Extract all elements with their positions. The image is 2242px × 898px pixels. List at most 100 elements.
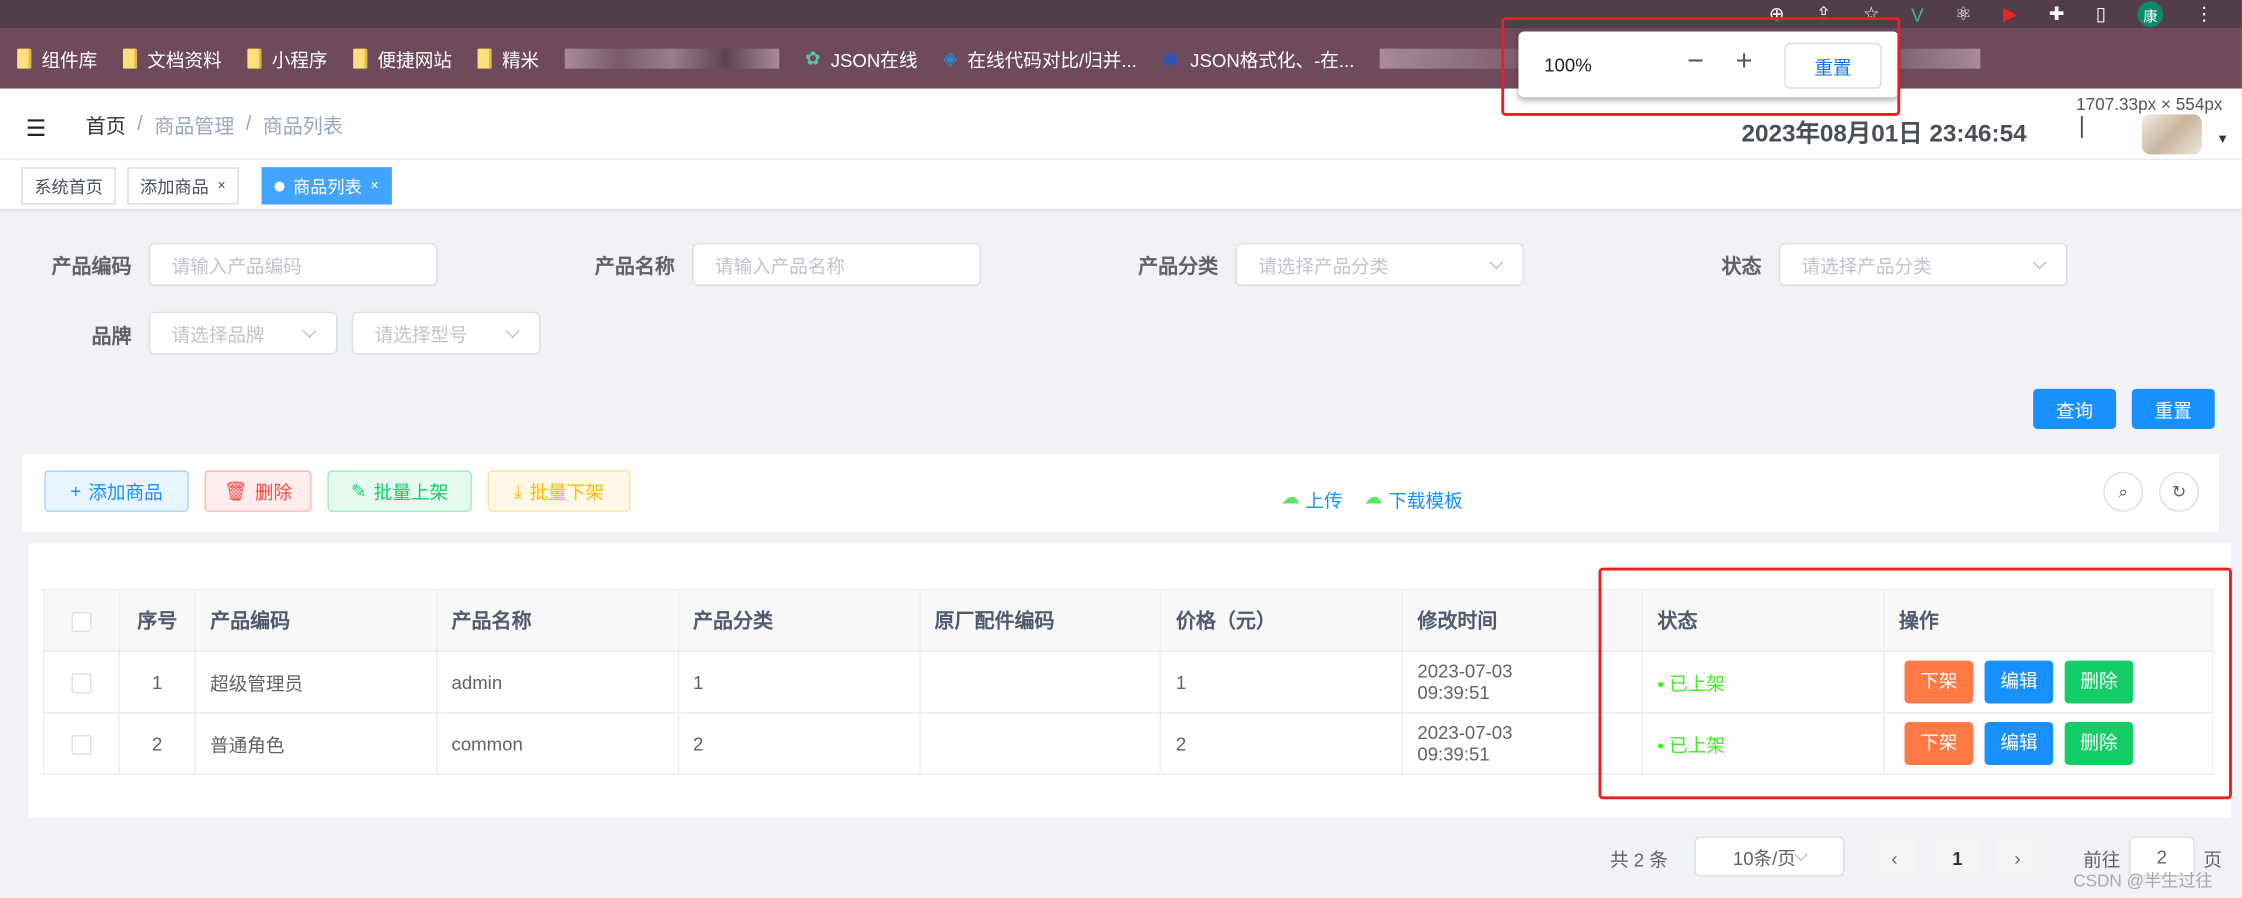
row-checkbox[interactable] (71, 734, 92, 755)
close-icon[interactable]: × (370, 178, 378, 194)
column-header: 序号 (118, 589, 196, 652)
page-size-select[interactable]: 10条/页 (1694, 836, 1845, 877)
folder-icon (477, 48, 492, 69)
menu-icon[interactable]: ⋮ (2195, 3, 2214, 26)
pagination-total: 共 2 条 (1609, 848, 1668, 871)
batch-on-button[interactable]: ✎ 批量上架 (327, 470, 472, 512)
tag-product-list[interactable]: 商品列表 × (261, 167, 392, 205)
download-template-link[interactable]: ☁ 下载模板 (1364, 486, 1463, 513)
refresh-button[interactable]: ↻ (2158, 471, 2200, 512)
cell-name: admin (435, 650, 679, 714)
button-label: 批量上架 (373, 481, 449, 504)
bookmark-label: 在线代码对比/归并... (967, 49, 1137, 71)
profile-avatar[interactable]: 康 (2137, 1, 2164, 28)
select-all-checkbox[interactable] (71, 612, 92, 633)
breadcrumb-current: 商品列表 (262, 114, 343, 138)
bookmark[interactable]: 小程序 (247, 45, 327, 72)
button-label: 删除 (254, 481, 293, 504)
placeholder: 请选择型号 (374, 323, 468, 346)
puzzle-icon[interactable]: ✚ (2049, 3, 2065, 26)
page-1[interactable]: 1 (1935, 837, 1979, 878)
close-icon[interactable]: × (217, 178, 225, 194)
cell-oem (918, 650, 1162, 714)
breadcrumb-home[interactable]: 首页 (86, 112, 126, 141)
placeholder: 请输入产品名称 (714, 255, 846, 277)
delete-button[interactable]: 🗑 删除 (204, 470, 312, 512)
button-label: 添加商品 (88, 481, 163, 504)
column-header: 产品编码 (194, 589, 438, 652)
plus-icon: + (70, 480, 82, 502)
add-product-button[interactable]: + 添加商品 (44, 470, 189, 512)
column-header: 修改时间 (1401, 589, 1602, 652)
bookmarks-bar: 组件库 文档资料 小程序 便捷网站 精米 ✿ JSON在线 ◈ 在线代码对比/归并.… (0, 28, 2242, 89)
video-ext-icon[interactable]: ▶ (2003, 3, 2017, 26)
active-dot-icon (274, 180, 285, 191)
bookmark[interactable]: ▣ JSON格式化、-在... (1163, 45, 1355, 72)
edit-icon: ✎ (351, 479, 367, 502)
cell-index: 1 (118, 650, 196, 714)
gear-flower-icon: ✿ (805, 47, 821, 69)
annotation-box (1598, 567, 2232, 800)
bookmark[interactable]: 组件库 (17, 45, 97, 72)
briefcase-icon: ▣ (1162, 47, 1181, 69)
bookmark-label: 文档资料 (147, 49, 222, 71)
tag-system-home[interactable]: 系统首页 (21, 167, 116, 205)
folder-icon (17, 48, 32, 69)
search-icon: ⌕ (2118, 481, 2129, 502)
search-toggle-button[interactable]: ⌕ (2103, 471, 2144, 512)
code-label: 产品编码 (51, 254, 132, 278)
chevron-down-icon (505, 323, 520, 338)
tag-add-product[interactable]: 添加商品 × (127, 167, 239, 205)
vue-icon[interactable]: V (1911, 4, 1923, 25)
cell-category: 1 (677, 650, 921, 714)
bookmark-label: 组件库 (41, 49, 98, 71)
bookmark[interactable]: 文档资料 (122, 45, 222, 72)
breadcrumb-separator: / (245, 111, 252, 135)
column-header: 价格（元） (1160, 589, 1404, 652)
download-icon: ⤓ (514, 479, 523, 502)
column-header: 产品名称 (435, 589, 679, 652)
react-icon[interactable]: ⚛ (1955, 3, 1972, 26)
model-select[interactable]: 请选择型号 (351, 311, 541, 355)
bookmark[interactable]: ◈ 在线代码对比/归并... (943, 45, 1137, 72)
bookmark-label: 小程序 (271, 49, 328, 71)
chevron-down-icon (1793, 846, 1808, 861)
brand-select[interactable]: 请选择品牌 (148, 311, 338, 355)
category-select[interactable]: 请选择产品分类 (1235, 243, 1525, 286)
status-label: 状态 (1721, 254, 1762, 278)
sidepanel-icon[interactable]: ▯ (2096, 3, 2106, 26)
chevron-left-icon: ‹ (1891, 847, 1898, 869)
page-size-value: 10条/页 (1732, 847, 1796, 869)
breadcrumb-separator: / (137, 111, 143, 135)
batch-off-button[interactable]: ⤓ 批量下架 (487, 470, 631, 512)
row-checkbox[interactable] (71, 673, 92, 694)
watermark: CSDN @半生过往 (2073, 870, 2213, 891)
next-page-button[interactable]: › (1996, 837, 2039, 878)
upload-link[interactable]: ☁ 上传 (1281, 486, 1343, 513)
folder-icon (122, 48, 138, 69)
cell-name: common (435, 712, 679, 775)
placeholder: 请选择产品分类 (1801, 255, 1932, 277)
code-input[interactable]: 请输入产品编码 (148, 243, 438, 286)
name-input[interactable]: 请输入产品名称 (692, 243, 981, 286)
chevron-down-icon (302, 323, 317, 338)
status-select[interactable]: 请选择产品分类 (1778, 243, 2068, 286)
prev-page-button[interactable]: ‹ (1873, 837, 1916, 878)
bookmark[interactable]: 便捷网站 (353, 45, 452, 72)
avatar[interactable] (2141, 114, 2202, 155)
name-label: 产品名称 (594, 254, 675, 278)
query-button[interactable]: 查询 (2033, 388, 2117, 429)
cell-code: 普通角色 (194, 712, 438, 775)
cell-code: 超级管理员 (194, 650, 438, 714)
reset-button[interactable]: 重置 (2131, 388, 2215, 429)
bookmark[interactable]: 精米 (477, 45, 539, 72)
hamburger-icon[interactable]: ☰ (26, 114, 47, 143)
bookmark[interactable]: ✿ JSON在线 (805, 45, 917, 72)
caret-down-icon[interactable]: ▼ (2216, 132, 2229, 146)
brand-label: 品牌 (91, 324, 132, 348)
link-label: 下载模板 (1388, 490, 1463, 512)
monkey-icon: ◈ (943, 47, 958, 69)
tag-label: 商品列表 (293, 176, 362, 197)
cell-price: 1 (1160, 650, 1404, 714)
cell-category: 2 (677, 712, 921, 775)
